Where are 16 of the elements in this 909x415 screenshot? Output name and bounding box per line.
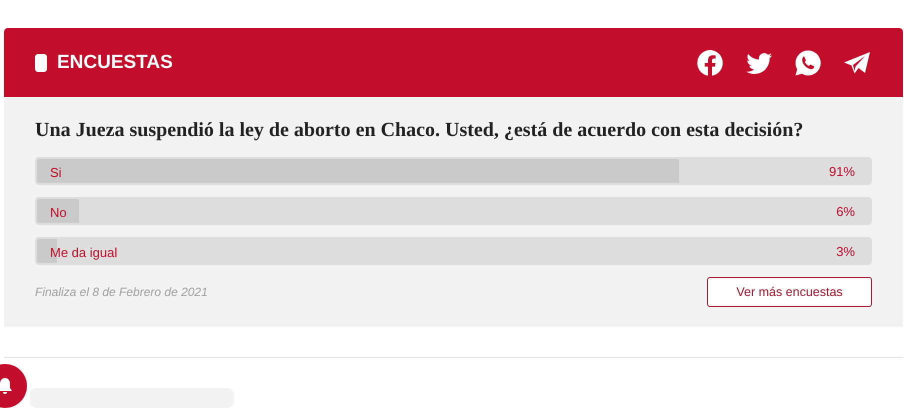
option-label: Si xyxy=(50,164,63,180)
option-label: Me da igual xyxy=(50,244,118,260)
end-date-note: Finaliza el 8 de Febrero de 2021 xyxy=(35,285,208,299)
section-title: ENCUESTAS xyxy=(57,52,174,74)
tag-icon xyxy=(35,54,47,72)
poll-option[interactable]: Me da igual 3% xyxy=(35,237,872,265)
option-percent: 6% xyxy=(836,204,855,218)
option-percent: 3% xyxy=(836,244,855,258)
poll-question: Una Jueza suspendió la ley de aborto en Chaco. Usted, ¿está de acuerdo con esta decisión? xyxy=(35,119,804,142)
whatsapp-icon[interactable] xyxy=(794,48,822,76)
facebook-icon[interactable] xyxy=(696,48,724,76)
option-label: No xyxy=(50,204,68,220)
option-percent: 91% xyxy=(828,164,855,178)
poll-option[interactable]: No 6% xyxy=(35,197,872,225)
more-polls-button[interactable]: Ver más encuestas xyxy=(707,277,872,307)
poll-option[interactable]: Si 91% xyxy=(35,157,872,185)
